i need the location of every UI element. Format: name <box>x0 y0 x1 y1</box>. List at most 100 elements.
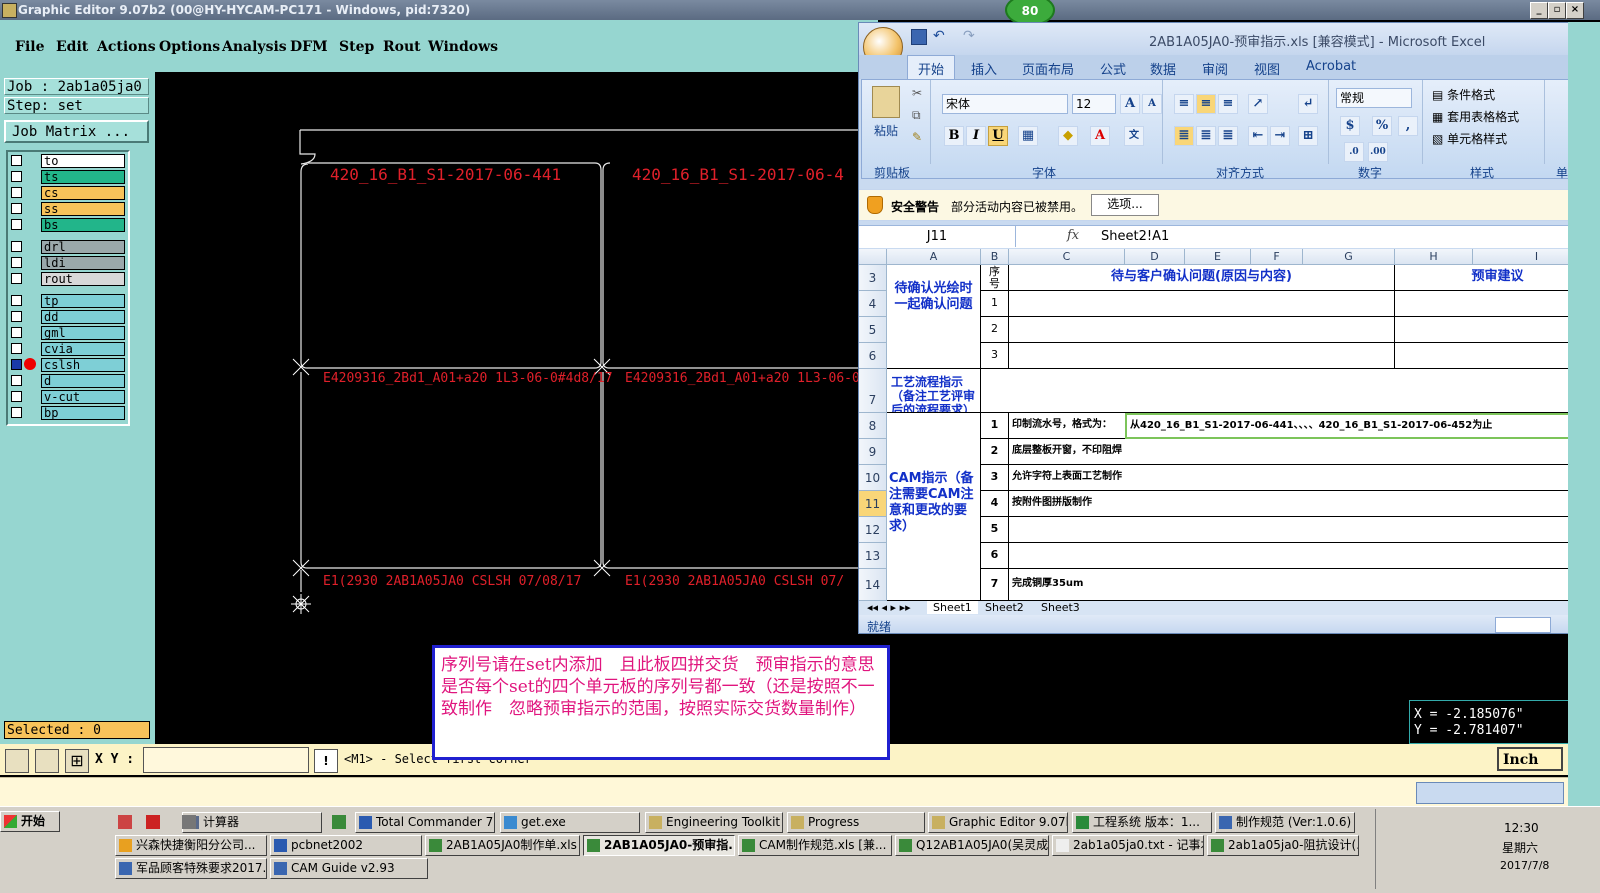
layer-name[interactable]: to <box>41 154 125 168</box>
layer-row-cslsh[interactable]: cslsh <box>8 358 126 372</box>
menu-file[interactable]: File <box>15 39 44 55</box>
formula-input[interactable]: Sheet2!A1 <box>1101 229 1169 244</box>
column-header[interactable]: D <box>1125 249 1185 265</box>
job-matrix-button[interactable]: Job Matrix ... <box>4 120 149 143</box>
row-header[interactable]: 10 <box>859 465 887 491</box>
serial-range-cell[interactable]: 从420_16_B1_S1-2017-06-441、、、、420_16_B1_S… <box>1125 413 1599 439</box>
layer-checkbox[interactable] <box>11 155 22 166</box>
column-header[interactable]: H <box>1395 249 1473 265</box>
function-icon[interactable]: fx <box>1067 228 1079 243</box>
conditional-format-button[interactable]: ▤ 条件格式 <box>1432 86 1495 103</box>
issue-cell[interactable] <box>1009 343 1395 369</box>
layer-checkbox[interactable] <box>11 391 22 402</box>
layer-row-gml[interactable]: gml <box>8 326 126 340</box>
row-header[interactable]: 11 <box>859 491 887 517</box>
row-header[interactable]: 6 <box>859 343 887 369</box>
taskbar-btn-r2-7[interactable]: 2ab1a05ja0-阻抗设计(... <box>1207 835 1359 856</box>
layer-checkbox[interactable] <box>11 241 22 252</box>
cam-instruction[interactable] <box>1009 517 1599 543</box>
quick-launch-icon[interactable] <box>332 815 346 829</box>
layer-checkbox[interactable] <box>11 187 22 198</box>
tab-insert[interactable]: 插入 <box>971 59 997 78</box>
row-header[interactable]: 7 <box>859 369 887 413</box>
taskbar-btn-r1-3[interactable]: Engineering Toolkit 9.... <box>645 812 783 833</box>
layer-row-dd[interactable]: dd <box>8 310 126 324</box>
taskbar-btn-r1-1[interactable]: Total Commander 7.0... <box>355 812 495 833</box>
layer-name[interactable]: drl <box>41 240 125 254</box>
tab-page-layout[interactable]: 页面布局 <box>1022 59 1074 78</box>
layer-row-to[interactable]: to <box>8 154 126 168</box>
layer-checkbox[interactable] <box>11 203 22 214</box>
layer-checkbox[interactable] <box>11 375 22 386</box>
layer-name[interactable]: ss <box>41 202 125 216</box>
align-bottom-icon[interactable]: ≡ <box>1218 94 1238 114</box>
format-painter-icon[interactable]: ✎ <box>912 130 922 144</box>
merge-cells-icon[interactable]: ⊞ <box>1298 126 1318 146</box>
row-header[interactable]: 4 <box>859 291 887 317</box>
phonetic-icon[interactable]: 文 <box>1124 126 1144 146</box>
undo-icon[interactable]: ↶ <box>933 28 945 44</box>
taskbar-btn-r3-1[interactable]: CAM Guide v2.93 <box>270 858 428 879</box>
row-header[interactable]: 3 <box>859 265 887 291</box>
tab-formulas[interactable]: 公式 <box>1100 59 1126 78</box>
layer-checkbox[interactable] <box>11 407 22 418</box>
copy-icon[interactable]: ⧉ <box>912 108 921 123</box>
column-header[interactable]: A <box>887 249 981 265</box>
align-top-icon[interactable]: ≡ <box>1174 94 1194 114</box>
quick-launch-icon[interactable] <box>146 815 160 829</box>
taskbar-btn-r2-2[interactable]: 2AB1A05JA0制作单.xls ... <box>425 835 580 856</box>
layer-name[interactable]: rout <box>41 272 125 286</box>
row-header[interactable]: 9 <box>859 439 887 465</box>
underline-button[interactable]: U <box>988 126 1008 146</box>
row-header[interactable]: 5 <box>859 317 887 343</box>
bold-button[interactable]: B <box>944 126 964 146</box>
cam-instruction[interactable] <box>1009 543 1599 569</box>
align-center-icon[interactable]: ≣ <box>1196 126 1216 146</box>
cam-instruction[interactable]: 底层整板开窗，不印阻焊 <box>1009 439 1599 465</box>
font-color-icon[interactable]: A <box>1090 126 1110 146</box>
number-format-select[interactable]: 常规 <box>1336 88 1412 108</box>
tab-home[interactable]: 开始 <box>907 55 956 81</box>
increase-indent-icon[interactable]: ⇥ <box>1270 126 1290 146</box>
layer-checkbox[interactable] <box>11 171 22 182</box>
align-left-icon[interactable]: ≣ <box>1174 126 1194 146</box>
issue-cell[interactable] <box>1009 317 1395 343</box>
decrease-decimal-icon[interactable]: .00 <box>1368 142 1388 162</box>
view-buttons[interactable] <box>1495 617 1551 633</box>
layer-name[interactable]: ts <box>41 170 125 184</box>
ime-toolbar[interactable] <box>1416 782 1564 804</box>
layer-checkbox[interactable] <box>11 257 22 268</box>
menu-rout[interactable]: Rout <box>383 39 421 55</box>
row-header[interactable]: 13 <box>859 543 887 569</box>
align-right-icon[interactable]: ≣ <box>1218 126 1238 146</box>
layer-name[interactable]: bp <box>41 406 125 420</box>
options-button[interactable]: 选项... <box>1091 194 1159 216</box>
zoom-tool-icon[interactable] <box>5 749 29 773</box>
currency-icon[interactable]: $ <box>1340 116 1360 136</box>
menu-step[interactable]: Step <box>339 39 374 55</box>
align-middle-icon[interactable]: ≡ <box>1196 94 1216 114</box>
tab-view[interactable]: 视图 <box>1254 59 1280 78</box>
layer-name[interactable]: dd <box>41 310 125 324</box>
column-header[interactable]: B <box>981 249 1009 265</box>
layer-row-ldi[interactable]: ldi <box>8 256 126 270</box>
redo-icon[interactable]: ↷ <box>963 28 975 44</box>
percent-icon[interactable]: % <box>1372 116 1392 136</box>
taskbar-btn-r2-3[interactable]: 2AB1A05JA0-预审指... <box>583 835 735 856</box>
layer-checkbox[interactable] <box>11 219 22 230</box>
comma-icon[interactable]: , <box>1398 116 1418 136</box>
taskbar-btn-r1-4[interactable]: Progress <box>787 812 925 833</box>
row-header[interactable]: 8 <box>859 413 887 439</box>
layer-row-tp[interactable]: tp <box>8 294 126 308</box>
units-button[interactable]: Inch <box>1497 747 1563 771</box>
paste-label[interactable]: 粘贴 <box>874 122 898 139</box>
layer-row-cs[interactable]: cs <box>8 186 126 200</box>
taskbar-btn-r1-2[interactable]: get.exe <box>500 812 640 833</box>
layer-name[interactable]: ldi <box>41 256 125 270</box>
name-box[interactable]: J11 <box>859 226 1016 247</box>
tab-review[interactable]: 审阅 <box>1202 59 1228 78</box>
layer-row-bp[interactable]: bp <box>8 406 126 420</box>
menu-analysis[interactable]: Analysis <box>222 39 287 55</box>
sheet-tab-3[interactable]: Sheet3 <box>1041 601 1080 614</box>
increase-decimal-icon[interactable]: .0 <box>1344 142 1364 162</box>
